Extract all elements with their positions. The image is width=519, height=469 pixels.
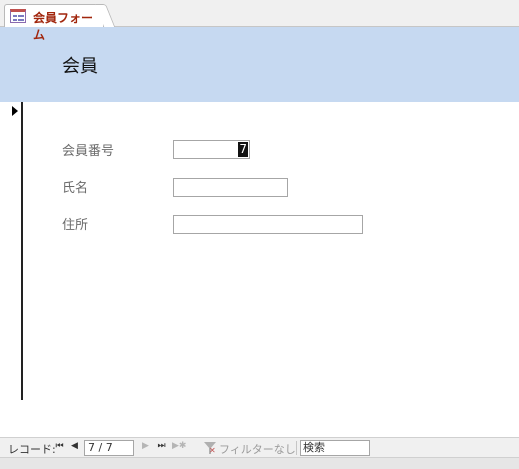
divider <box>296 441 297 455</box>
name-field[interactable] <box>173 178 288 197</box>
current-record-arrow-icon <box>12 106 18 116</box>
first-record-icon[interactable]: ⏮ <box>54 441 65 451</box>
next-record-icon[interactable]: ▶ <box>140 441 151 451</box>
form-icon <box>10 9 26 23</box>
tab-label: 会員フォーム <box>33 11 94 42</box>
new-record-icon[interactable]: ▶✱ <box>172 441 186 451</box>
record-navigation-bar: レコード: ⏮ ◀ 7 / 7 ▶ ⏭ ▶✱ ✕ フィルターなし 検索 <box>0 437 519 457</box>
member-number-label: 会員番号 <box>62 144 115 159</box>
record-label: レコード: <box>8 443 56 456</box>
member-number-value: 7 <box>238 142 248 157</box>
name-label: 氏名 <box>62 181 89 196</box>
previous-record-icon[interactable]: ◀ <box>69 441 80 451</box>
no-filter-button[interactable]: フィルターなし <box>219 441 296 457</box>
address-field[interactable] <box>173 215 363 234</box>
member-number-field[interactable]: 7 <box>173 140 250 159</box>
record-selector[interactable] <box>4 102 23 400</box>
status-bar <box>0 457 519 469</box>
tab-member-form[interactable]: 会員フォーム <box>4 4 104 42</box>
search-input[interactable]: 検索 <box>300 440 370 456</box>
address-label: 住所 <box>62 218 89 233</box>
last-record-icon[interactable]: ⏭ <box>156 441 167 451</box>
record-position-input[interactable]: 7 / 7 <box>84 440 134 456</box>
document-tab-strip: 会員フォーム <box>0 0 519 42</box>
form-title: 会員 <box>62 56 98 77</box>
filter-off-icon: ✕ <box>209 446 216 455</box>
